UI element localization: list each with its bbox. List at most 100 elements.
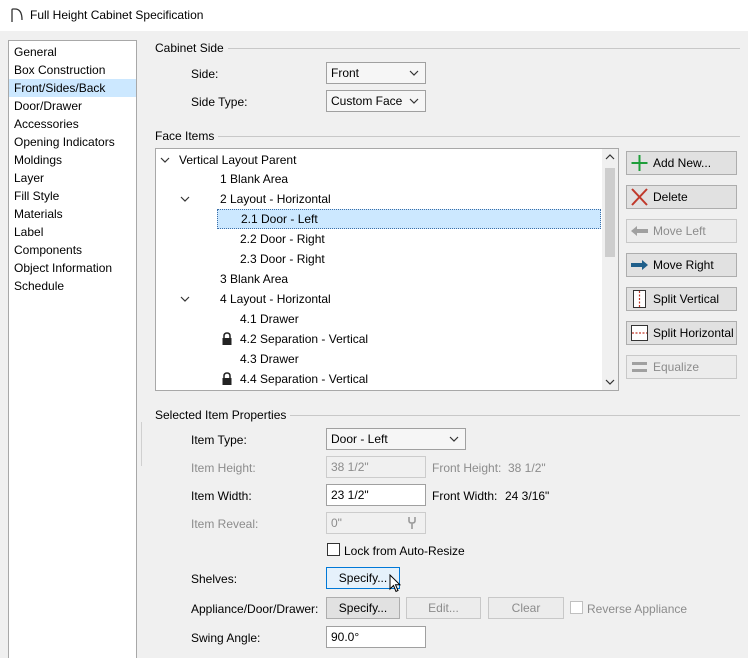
nav-item-opening-indicators[interactable]: Opening Indicators [9,133,136,151]
side-type-label: Side Type: [191,95,248,109]
category-list[interactable]: General Box Construction Front/Sides/Bac… [8,40,137,658]
item-reveal-value: 0" [331,516,342,530]
arrow-left-icon [631,226,648,236]
chevron-down-icon [449,436,459,442]
nav-item-door-drawer[interactable]: Door/Drawer [9,97,136,115]
nav-item-fill-style[interactable]: Fill Style [9,187,136,205]
wrench-icon[interactable] [405,516,419,530]
face-items-tree[interactable]: Vertical Layout Parent 1 Blank Area 2 La… [155,148,619,391]
nav-item-front-sides-back[interactable]: Front/Sides/Back [9,79,136,97]
tree-item[interactable]: 2 Layout - Horizontal [220,189,331,209]
nav-item-layer[interactable]: Layer [9,169,136,187]
item-width-label: Item Width: [191,489,252,503]
swing-angle-label: Swing Angle: [191,631,261,645]
group-divider [290,415,740,416]
resize-grip [141,422,142,466]
tree-item[interactable]: 2.3 Door - Right [240,249,325,269]
lock-auto-resize-label: Lock from Auto-Resize [344,544,465,558]
side-type-select-value: Custom Face [331,94,403,108]
reverse-appliance-checkbox[interactable] [570,601,583,614]
lock-auto-resize-checkbox[interactable] [327,543,340,556]
item-width-field[interactable]: 23 1/2" [326,484,426,506]
chevron-up-icon[interactable] [605,153,615,161]
item-type-select-value: Door - Left [331,432,388,446]
tree-item[interactable]: 4.4 Separation - Vertical [240,369,368,389]
nav-item-object-information[interactable]: Object Information [9,259,136,277]
move-right-button[interactable]: Move Right [626,253,737,277]
chevron-down-icon[interactable] [180,295,190,303]
tree-item[interactable]: 1 Blank Area [220,169,288,189]
equalize-button[interactable]: Equalize [626,355,737,379]
item-type-label: Item Type: [191,433,247,447]
split-horizontal-button[interactable]: Split Horizontal [626,321,737,345]
face-items-group-title: Face Items [155,129,215,143]
delete-button[interactable]: Delete [626,185,737,209]
item-type-select[interactable]: Door - Left [326,428,466,450]
lock-icon [222,372,232,385]
shelves-label: Shelves: [191,572,238,586]
split-vertical-button[interactable]: Split Vertical [626,287,737,311]
nav-item-accessories[interactable]: Accessories [9,115,136,133]
cabinet-side-group-title: Cabinet Side [155,41,224,55]
delete-label: Delete [653,190,688,204]
item-reveal-field[interactable]: 0" [326,512,426,534]
tree-item[interactable]: 4.3 Drawer [240,349,299,369]
split-vertical-label: Split Vertical [653,292,720,306]
move-left-label: Move Left [653,224,706,238]
split-horizontal-icon [631,325,648,341]
selected-item-group-title: Selected Item Properties [155,408,287,422]
front-width-label: Front Width: [432,489,498,503]
appliance-door-drawer-label: Appliance/Door/Drawer: [191,602,319,616]
nav-item-schedule[interactable]: Schedule [9,277,136,295]
group-divider [228,48,740,49]
nav-item-general[interactable]: General [9,43,136,61]
item-height-field[interactable]: 38 1/2" [326,456,426,478]
chevron-down-icon [409,98,419,104]
lock-icon [222,332,232,345]
appliance-edit-button[interactable]: Edit... [406,597,481,619]
item-height-label: Item Height: [191,461,256,475]
front-height-value: 38 1/2" [508,461,546,475]
cabinet-app-icon [11,8,23,22]
reverse-appliance-label: Reverse Appliance [587,602,688,616]
delete-x-icon [631,188,648,206]
nav-item-moldings[interactable]: Moldings [9,151,136,169]
front-width-value: 24 3/16" [505,489,550,503]
tree-item[interactable]: Vertical Layout Parent [179,150,296,170]
front-height-label: Front Height: [432,461,502,475]
swing-angle-field[interactable]: 90.0° [326,626,426,648]
tree-item[interactable]: 3 Blank Area [220,269,288,289]
appliance-clear-button[interactable]: Clear [488,597,564,619]
add-new-button[interactable]: Add New... [626,151,737,175]
chevron-down-icon[interactable] [180,195,190,203]
tree-item-selected[interactable]: 2.1 Door - Left [217,209,601,229]
split-vertical-icon [633,290,646,308]
group-divider [218,136,740,137]
chevron-down-icon[interactable] [160,156,170,164]
chevron-down-icon[interactable] [605,378,615,386]
tree-item[interactable]: 4.1 Drawer [240,309,299,329]
side-type-select[interactable]: Custom Face [326,90,426,112]
side-label: Side: [191,67,219,81]
tree-scrollbar[interactable] [602,149,618,390]
mouse-cursor-icon [389,574,401,593]
title-bar: Full Height Cabinet Specification [0,0,748,31]
side-select[interactable]: Front [326,62,426,84]
nav-item-box-construction[interactable]: Box Construction [9,61,136,79]
tree-item[interactable]: 2.2 Door - Right [240,229,325,249]
chevron-down-icon [409,70,419,76]
scrollbar-thumb[interactable] [605,168,615,257]
add-new-label: Add New... [653,156,712,170]
side-select-value: Front [331,66,360,80]
window-title: Full Height Cabinet Specification [30,8,204,22]
plus-icon [631,155,648,171]
move-left-button[interactable]: Move Left [626,219,737,243]
item-reveal-label: Item Reveal: [191,517,259,531]
tree-item[interactable]: 4.2 Separation - Vertical [240,329,368,349]
appliance-specify-button[interactable]: Specify... [326,597,400,619]
equalize-icon [632,362,647,372]
tree-item[interactable]: 4 Layout - Horizontal [220,289,331,309]
nav-item-components[interactable]: Components [9,241,136,259]
nav-item-label[interactable]: Label [9,223,136,241]
nav-item-materials[interactable]: Materials [9,205,136,223]
